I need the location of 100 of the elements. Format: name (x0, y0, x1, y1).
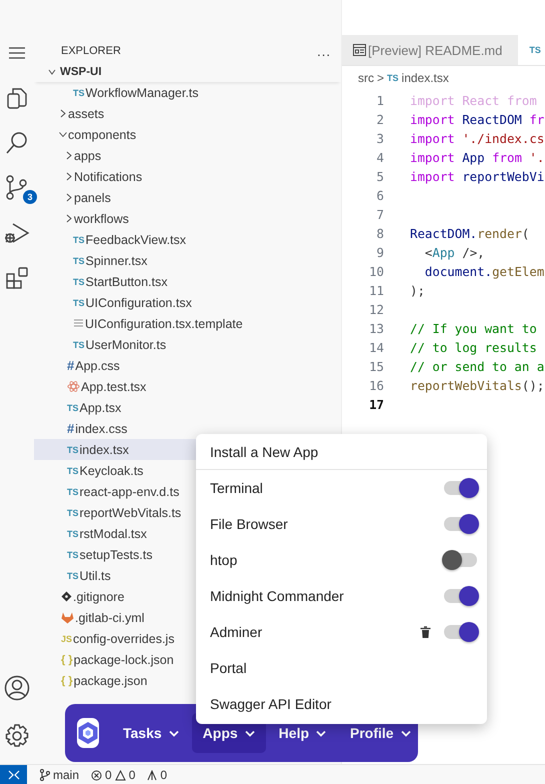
folder-item[interactable]: panels (34, 187, 341, 208)
line-number: 17 (368, 397, 385, 412)
breadcrumb-separator: > (377, 71, 384, 85)
files-icon[interactable] (5, 86, 29, 110)
hexagon-icon (77, 721, 99, 745)
source-control-icon[interactable] (5, 175, 29, 201)
folder-item[interactable]: apps (34, 145, 341, 166)
branch-icon (39, 769, 50, 781)
folder-item[interactable]: components (34, 124, 341, 145)
file-item[interactable]: TS UIConfiguration.tsx (34, 292, 341, 313)
account-icon[interactable] (4, 675, 30, 701)
run-debug-icon[interactable] (4, 221, 30, 245)
code-line: ReactDOM.render( (410, 226, 530, 241)
menu-item[interactable]: Terminal (196, 470, 487, 506)
chevron-icon (65, 151, 73, 160)
diamond-icon (61, 591, 72, 602)
folder-item[interactable]: assets (34, 103, 341, 124)
code-line: import './index.cs (410, 131, 544, 146)
problems-status[interactable]: 0 0 (91, 768, 136, 782)
line-number: 4 (376, 150, 385, 165)
extensions-icon[interactable] (5, 266, 29, 290)
caret-icon (244, 730, 255, 736)
code-line: ); (410, 283, 425, 298)
line-number: 9 (376, 245, 385, 260)
menu-item[interactable]: Midnight Commander (196, 578, 487, 614)
workspace-folder[interactable]: WSP-UI (34, 62, 341, 82)
code-line: import reportWebVi (410, 169, 544, 184)
line-number: 8 (376, 226, 385, 241)
code-line: <App />, (424, 245, 485, 260)
line-number: 16 (368, 378, 385, 393)
line-number: 2 (376, 112, 385, 127)
breadcrumb-folder[interactable]: src (358, 71, 374, 85)
menu-item[interactable]: htop (196, 542, 487, 578)
line-number: 11 (368, 283, 385, 298)
chevron-icon (59, 109, 67, 118)
breadcrumb-file[interactable]: index.tsx (402, 71, 449, 85)
settings-icon[interactable] (4, 723, 30, 749)
code-line: // to log results (410, 340, 537, 355)
remote-icon (8, 770, 20, 780)
code-line: document.getElem (424, 264, 544, 279)
toggle-switch[interactable] (444, 517, 477, 531)
editor-tab[interactable]: TS (518, 35, 545, 65)
line-number: 15 (368, 359, 385, 374)
line-number: 3 (376, 131, 385, 146)
remote-button[interactable] (0, 765, 27, 784)
toggle-switch[interactable] (444, 553, 477, 567)
caret-icon (316, 730, 326, 736)
line-number: 6 (376, 188, 385, 203)
preview-icon (353, 44, 366, 56)
file-item[interactable]: UIConfiguration.tsx.template (34, 313, 341, 334)
menu-item[interactable]: Adminer (196, 614, 487, 650)
code-line: import React from (410, 93, 537, 108)
branch-status[interactable]: main (39, 768, 80, 782)
text-file-icon (73, 318, 84, 329)
file-item[interactable]: #App.css (34, 355, 341, 376)
code-line: // or send to an a (410, 359, 544, 374)
toggle-switch[interactable] (444, 625, 477, 639)
toggle-switch[interactable] (444, 589, 477, 603)
line-number: 13 (368, 321, 385, 336)
folder-item[interactable]: Notifications (34, 166, 341, 187)
trash-icon[interactable] (420, 626, 431, 638)
file-item[interactable]: TS FeedbackView.tsx (34, 229, 341, 250)
editor-tab[interactable]: [Preview] README.md (342, 35, 518, 65)
line-number: 5 (376, 169, 385, 184)
line-number: 7 (376, 207, 385, 222)
notification-badge: 3 (23, 190, 37, 204)
search-icon[interactable] (5, 131, 29, 155)
caret-icon (400, 730, 411, 736)
fox-icon (61, 612, 74, 624)
code-line: import App from '. (410, 150, 544, 165)
menu-item[interactable]: Portal (196, 650, 487, 686)
file-item[interactable]: TSApp.tsx (34, 397, 341, 418)
file-item[interactable]: App.test.tsx (34, 376, 341, 397)
file-item[interactable]: TS UserMonitor.ts (34, 334, 341, 355)
code-line: // If you want to (410, 321, 537, 336)
line-number: 14 (368, 340, 385, 355)
line-number: 12 (368, 302, 385, 317)
more-actions[interactable]: ... (317, 44, 331, 58)
ports-status[interactable]: 0 (147, 768, 168, 782)
file-item[interactable]: TSStartButton.tsx (34, 271, 341, 292)
chevron-icon (65, 193, 73, 202)
folder-item[interactable]: workflows (34, 208, 341, 229)
ts-file-icon: TS (387, 73, 399, 83)
line-number: 10 (368, 264, 385, 279)
antenna-icon (147, 770, 158, 780)
app-menu-button[interactable]: Tasks (112, 713, 190, 753)
chevron-icon (65, 172, 73, 181)
chevron-icon (48, 68, 56, 76)
caret-icon (168, 730, 179, 736)
app-logo[interactable] (77, 718, 99, 748)
error-icon (91, 770, 102, 780)
menu-icon[interactable] (8, 46, 26, 60)
warning-icon (114, 770, 126, 780)
menu-item[interactable]: File Browser (196, 506, 487, 542)
chevron-icon (65, 214, 73, 223)
atom-icon (67, 380, 80, 393)
file-item[interactable]: TSWorkflowManager.ts (34, 82, 341, 103)
line-number: 1 (376, 93, 385, 108)
file-item[interactable]: TSSpinner.tsx (34, 250, 341, 271)
toggle-switch[interactable] (444, 481, 477, 495)
